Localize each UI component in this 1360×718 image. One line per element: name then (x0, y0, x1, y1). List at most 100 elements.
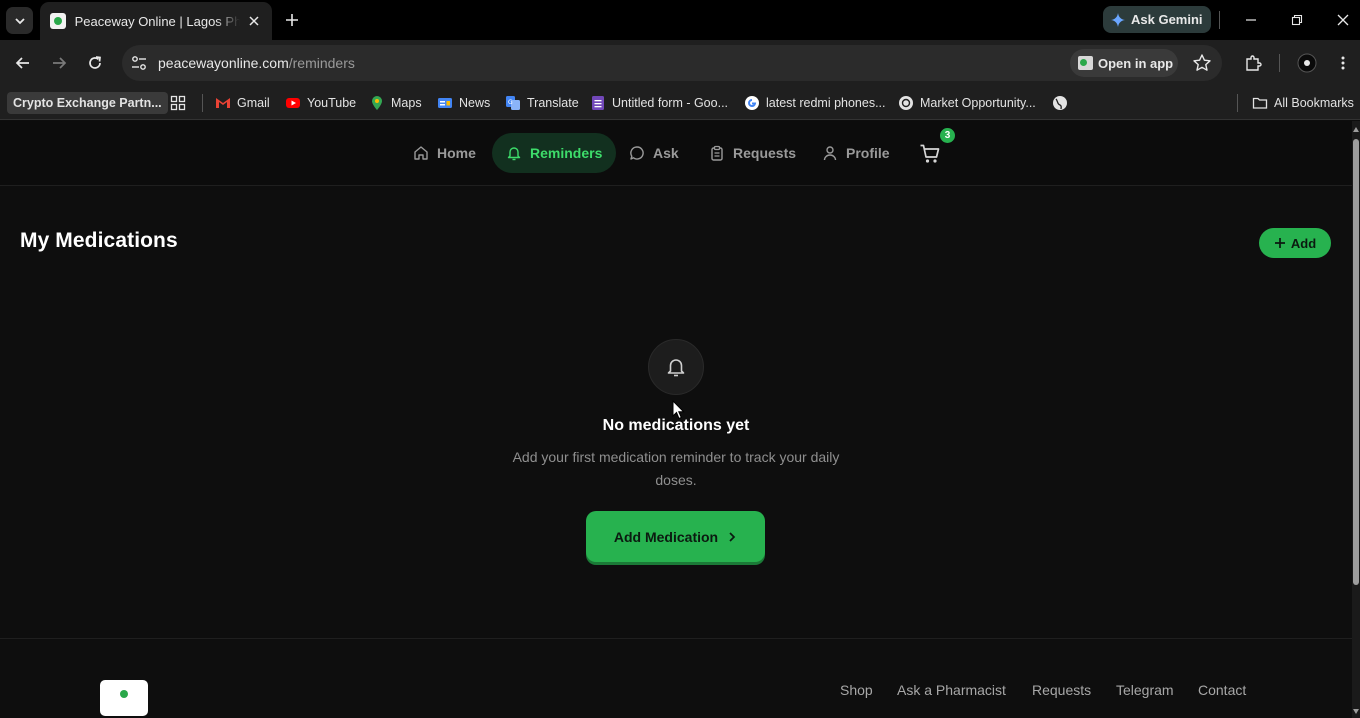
footer-logo[interactable] (100, 680, 148, 716)
bookmark-label: Market Opportunity... (920, 96, 1036, 110)
back-button[interactable] (11, 51, 35, 75)
nav-home[interactable]: Home (399, 133, 490, 173)
chatgpt-icon (899, 96, 913, 110)
bookmark-label: Crypto Exchange Partn... (13, 96, 162, 110)
puzzle-icon (1246, 55, 1262, 71)
new-tab-button[interactable] (281, 9, 303, 31)
add-medication-button[interactable]: Add Medication (586, 511, 765, 562)
chevron-down-icon (14, 17, 25, 24)
restore-button[interactable] (1287, 10, 1307, 30)
footer-link-telegram[interactable]: Telegram (1116, 682, 1174, 698)
bookmark-youtube[interactable]: YouTube (285, 92, 356, 114)
all-bookmarks-button[interactable]: All Bookmarks (1252, 92, 1354, 114)
add-button-label: Add (1290, 235, 1317, 251)
divider (1219, 11, 1220, 29)
forms-icon (592, 96, 604, 110)
reload-icon (89, 56, 101, 69)
open-in-app-label: Open in app (1098, 55, 1174, 71)
close-icon (1337, 14, 1349, 26)
profile-avatar-button[interactable] (1295, 51, 1319, 75)
url-host: peacewayonline.com (158, 55, 289, 71)
extensions-button[interactable] (1241, 51, 1265, 75)
folder-icon (1252, 97, 1268, 109)
nav-ask-label: Ask (653, 145, 679, 161)
gmail-icon (216, 98, 230, 108)
app-icon (1078, 56, 1093, 70)
footer-link-contact[interactable]: Contact (1198, 682, 1246, 698)
url-text[interactable]: peacewayonline.com/reminders (158, 55, 355, 71)
address-bar[interactable]: peacewayonline.com/reminders Open in app (122, 45, 1222, 81)
empty-state-description: Add your first medication reminder to tr… (512, 449, 840, 488)
browser-menu-button[interactable] (1331, 51, 1355, 75)
minimize-icon (1246, 19, 1256, 21)
bookmark-latest-redmi[interactable]: latest redmi phones... (744, 92, 886, 114)
tab-search-button[interactable] (6, 7, 33, 34)
scrollbar-thumb[interactable] (1353, 139, 1359, 585)
minimize-button[interactable] (1241, 10, 1261, 30)
chat-bubble-icon (630, 146, 644, 160)
footer-link-shop[interactable]: Shop (840, 682, 873, 698)
footer-link-ask-pharmacist[interactable]: Ask a Pharmacist (897, 682, 1006, 698)
translate-icon: G (506, 96, 520, 110)
add-button[interactable]: Add (1259, 228, 1331, 258)
app-navbar: Home Reminders Ask Requests Profile 3 (0, 121, 1352, 186)
nav-ask[interactable]: Ask (615, 133, 693, 173)
bookmark-untitled-form[interactable]: Untitled form - Goo... (590, 92, 728, 114)
bookmark-label: Untitled form - Goo... (612, 96, 729, 110)
bookmark-gmail[interactable]: Gmail (215, 92, 270, 114)
apps-button[interactable] (170, 92, 192, 114)
bookmark-label: Translate (527, 96, 579, 110)
bookmark-crypto-exchange[interactable]: Crypto Exchange Partn... (7, 92, 168, 114)
page-title: My Medications (20, 229, 178, 252)
url-path: /reminders (288, 55, 355, 71)
scroll-up-arrow[interactable] (1353, 127, 1359, 132)
nav-reminders[interactable]: Reminders (492, 133, 617, 173)
arrow-right-icon (53, 57, 67, 69)
close-window-button[interactable] (1333, 10, 1353, 30)
browser-tab[interactable]: Peaceway Online | Lagos Pharmacy (40, 2, 272, 40)
nav-requests-label: Requests (733, 145, 797, 161)
svg-text:G: G (508, 99, 513, 106)
restore-icon (1291, 14, 1303, 26)
forward-button[interactable] (47, 51, 71, 75)
nav-profile-label: Profile (846, 145, 890, 161)
plus-icon (286, 14, 298, 26)
tab-title: Peaceway Online | Lagos Pharmacy (74, 13, 241, 29)
home-icon (414, 146, 428, 160)
bookmark-label: YouTube (307, 96, 357, 110)
tab-close-button[interactable] (246, 13, 262, 29)
nav-home-label: Home (437, 145, 476, 161)
reload-button[interactable] (83, 51, 107, 75)
bookmark-news[interactable]: News (437, 92, 490, 114)
cart-icon[interactable] (919, 143, 941, 165)
nav-profile[interactable]: Profile (808, 133, 904, 173)
site-settings-icon[interactable] (130, 54, 148, 72)
footer-link-requests[interactable]: Requests (1032, 682, 1091, 698)
bookmark-label: Maps (391, 96, 422, 110)
nav-reminders-label: Reminders (530, 145, 603, 161)
browser-toolbar: peacewayonline.com/reminders Open in app (0, 40, 1360, 86)
plus-icon (1274, 238, 1285, 248)
bookmark-star-icon[interactable] (1192, 53, 1212, 73)
divider (1237, 94, 1238, 112)
bookmark-label: Gmail (237, 96, 270, 110)
bookmark-label: News (459, 96, 491, 110)
open-in-app-button[interactable]: Open in app (1070, 49, 1178, 77)
bookmark-translate[interactable]: G Translate (505, 92, 579, 114)
more-vertical-icon (1341, 56, 1345, 70)
logo-mark (120, 690, 128, 698)
ask-gemini-button[interactable]: Ask Gemini (1103, 6, 1211, 33)
ask-gemini-label: Ask Gemini (1131, 12, 1203, 27)
bookmark-market-opportunity[interactable]: Market Opportunity... (898, 92, 1036, 114)
nav-requests[interactable]: Requests (695, 133, 810, 173)
user-icon (823, 146, 837, 161)
google-icon (745, 96, 759, 110)
bookmark-globe[interactable] (1052, 92, 1074, 114)
bookmark-maps[interactable]: Maps (369, 92, 422, 114)
avatar-icon (1297, 53, 1317, 73)
divider (1279, 54, 1280, 72)
empty-state-bell (648, 339, 704, 395)
page-scrollbar[interactable] (1352, 121, 1360, 718)
scroll-down-arrow[interactable] (1353, 709, 1359, 714)
youtube-icon (286, 98, 300, 108)
